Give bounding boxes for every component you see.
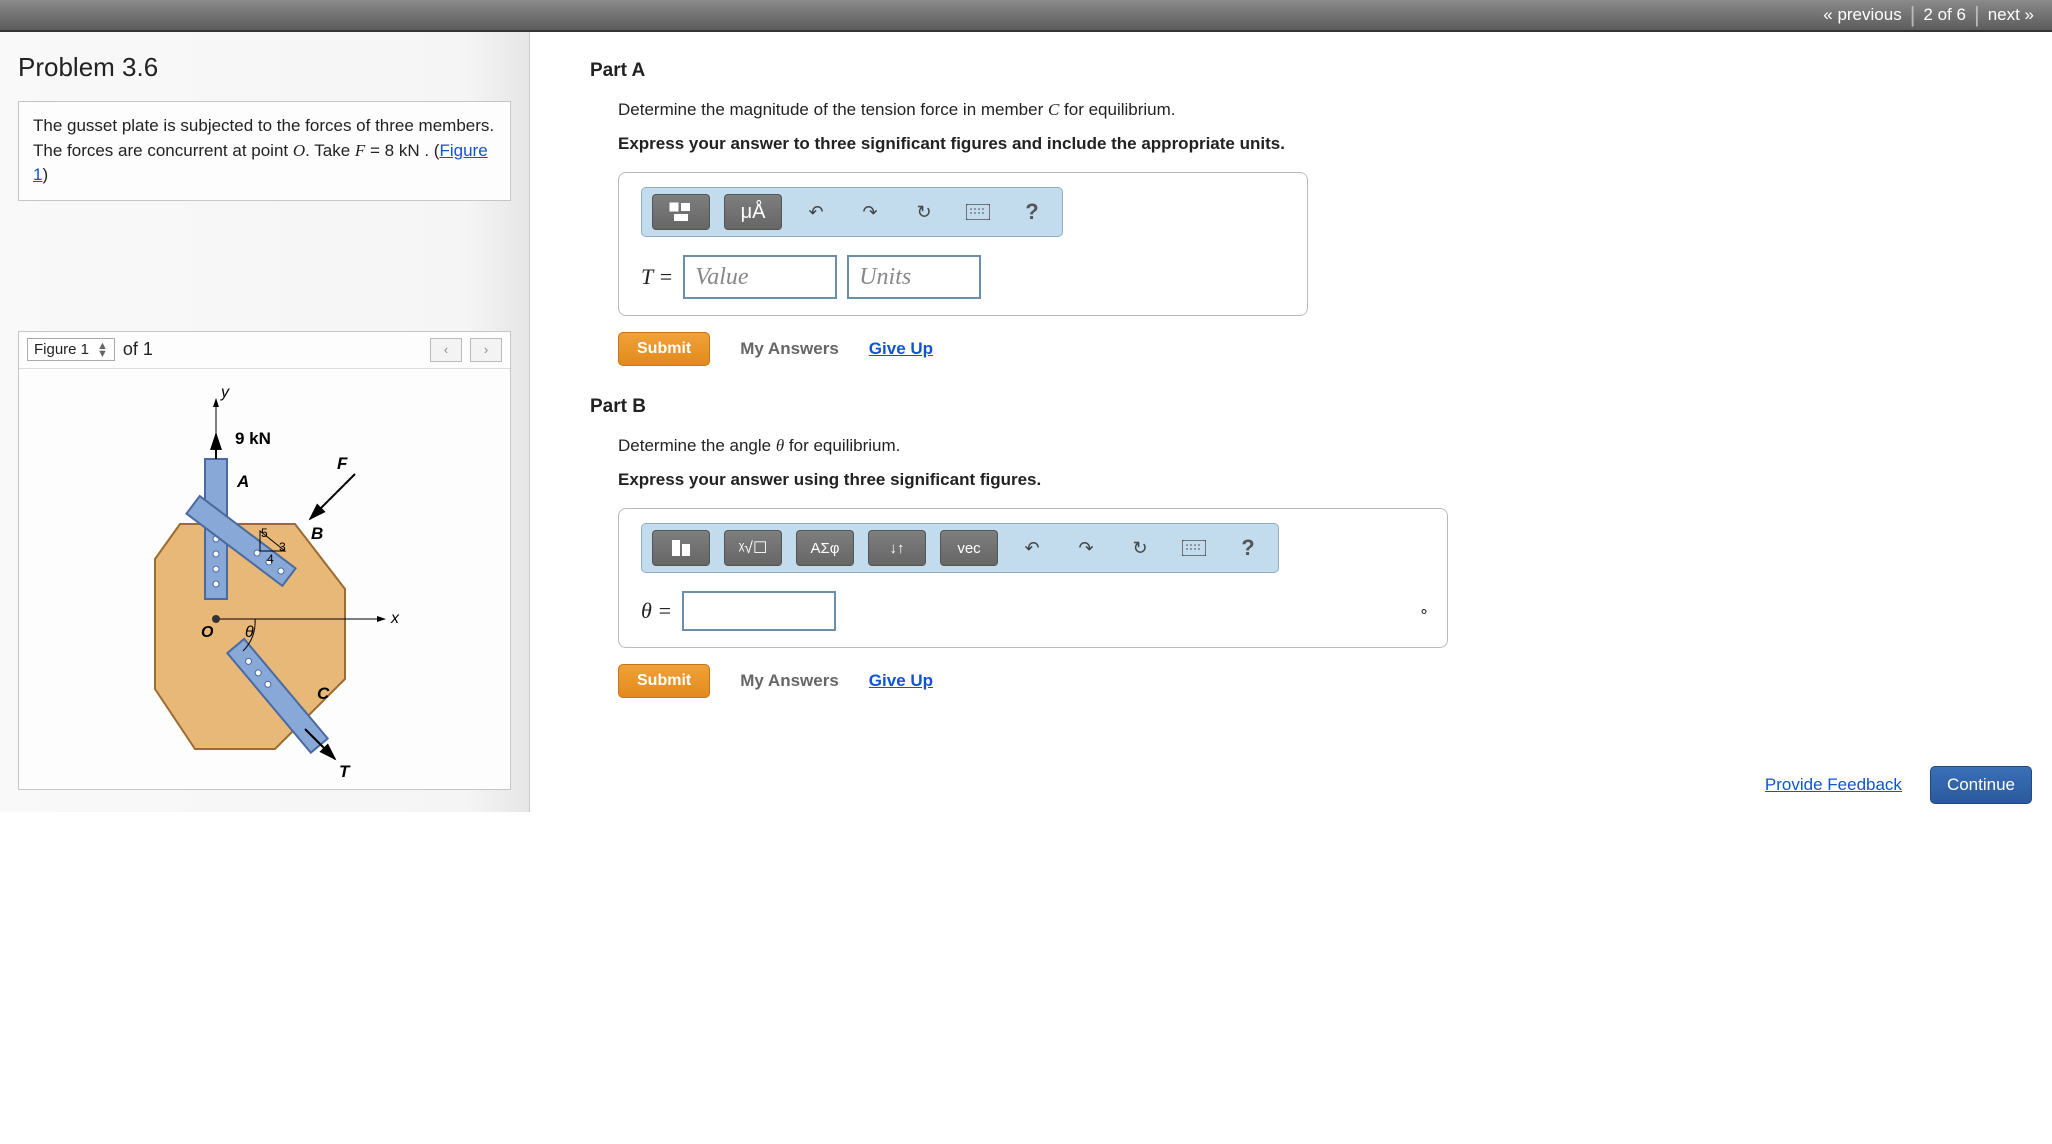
value-input[interactable]: Value [683, 255, 837, 299]
separator: | [1910, 2, 1916, 28]
part-b-title: Part B [590, 396, 2034, 418]
submit-button[interactable]: Submit [618, 332, 710, 366]
subscript-icon[interactable]: ↓↑ [868, 530, 926, 566]
next-link[interactable]: next » [1988, 5, 2034, 25]
continue-button[interactable]: Continue [1930, 766, 2032, 804]
undo-icon[interactable]: ↶ [796, 195, 836, 229]
problem-description: The gusset plate is subjected to the for… [18, 101, 511, 201]
part-a-toolbar: μÅ ↶ ↷ ↻ ? [641, 187, 1063, 237]
redo-icon[interactable]: ↷ [1066, 531, 1106, 565]
figure-label: Figure 1 [34, 341, 89, 358]
svg-text:B: B [311, 524, 323, 543]
svg-text:C: C [317, 684, 330, 703]
vector-button[interactable]: vec [940, 530, 998, 566]
provide-feedback-link[interactable]: Provide Feedback [1765, 775, 1902, 795]
left-panel: Problem 3.6 The gusset plate is subjecte… [0, 32, 530, 812]
part-a-button-row: Submit My Answers Give Up [618, 332, 2034, 366]
answer-input[interactable] [682, 591, 836, 631]
give-up-link[interactable]: Give Up [869, 671, 933, 691]
separator: | [1974, 2, 1980, 28]
part-a-answer-box: μÅ ↶ ↷ ↻ ? T = Value Units [618, 172, 1308, 316]
part-b-toolbar: ᵡ√☐ ΑΣφ ↓↑ vec ↶ ↷ ↻ ? [641, 523, 1279, 573]
nav-bar: « previous | 2 of 6 | next » [0, 0, 2052, 32]
my-answers-link[interactable]: My Answers [740, 339, 839, 359]
desc-text: = 8 kN . ( [365, 141, 439, 160]
reset-icon[interactable]: ↻ [1120, 531, 1160, 565]
right-panel: Part A Determine the magnitude of the te… [530, 32, 2052, 812]
part-a-prompt: Determine the magnitude of the tension f… [618, 100, 2034, 120]
undo-icon[interactable]: ↶ [1012, 531, 1052, 565]
part-b-prompt: Determine the angle θ for equilibrium. [618, 436, 2034, 456]
stepper-icon: ▲▼ [97, 342, 108, 358]
submit-button[interactable]: Submit [618, 664, 710, 698]
figure-next-button[interactable]: › [470, 338, 502, 362]
redo-icon[interactable]: ↷ [850, 195, 890, 229]
figure-diagram: y x 9 kN A F B O θ C T 5 3 4 [85, 379, 445, 779]
svg-text:θ: θ [245, 624, 254, 641]
desc-var-F: F [355, 141, 365, 160]
template-icon[interactable] [652, 530, 710, 566]
problem-title: Problem 3.6 [18, 52, 511, 83]
template-icon[interactable] [652, 194, 710, 230]
part-b-instruction: Express your answer using three signific… [618, 470, 2034, 490]
help-icon[interactable]: ? [1228, 531, 1268, 565]
part-b-answer-box: ᵡ√☐ ΑΣφ ↓↑ vec ↶ ↷ ↻ ? θ = ∘ [618, 508, 1448, 648]
svg-text:4: 4 [267, 552, 274, 566]
figure-body: y x 9 kN A F B O θ C T 5 3 4 [19, 369, 510, 789]
figure-prev-button[interactable]: ‹ [430, 338, 462, 362]
help-icon[interactable]: ? [1012, 195, 1052, 229]
desc-text: ) [42, 165, 48, 184]
svg-text:3: 3 [279, 540, 286, 554]
units-input[interactable]: Units [847, 255, 981, 299]
page-counter: 2 of 6 [1923, 5, 1966, 25]
keyboard-icon[interactable] [1174, 531, 1214, 565]
reset-icon[interactable]: ↻ [904, 195, 944, 229]
prompt-var-theta: θ [776, 436, 784, 455]
svg-text:T: T [339, 762, 351, 779]
svg-text:9 kN: 9 kN [235, 429, 271, 448]
figure-count: of 1 [123, 339, 153, 360]
units-button[interactable]: μÅ [724, 194, 782, 230]
figure-panel: Figure 1 ▲▼ of 1 ‹ › [18, 331, 511, 790]
part-a-instruction: Express your answer to three significant… [618, 134, 2034, 154]
my-answers-link[interactable]: My Answers [740, 671, 839, 691]
desc-text: . Take [305, 141, 355, 160]
footer: Provide Feedback Continue [1765, 766, 2032, 804]
part-b-button-row: Submit My Answers Give Up [618, 664, 2034, 698]
part-a-equation-row: T = Value Units [641, 255, 1289, 299]
variable-T: T = [641, 264, 673, 290]
prompt-var-C: C [1048, 100, 1059, 119]
prev-link[interactable]: « previous [1823, 5, 1901, 25]
degree-symbol: ∘ [1419, 601, 1429, 621]
sqrt-icon[interactable]: ᵡ√☐ [724, 530, 782, 566]
svg-text:A: A [236, 472, 249, 491]
svg-text:y: y [220, 384, 230, 401]
figure-header: Figure 1 ▲▼ of 1 ‹ › [19, 332, 510, 369]
greek-button[interactable]: ΑΣφ [796, 530, 854, 566]
prompt-text: Determine the angle [618, 436, 776, 455]
part-b-equation-row: θ = ∘ [641, 591, 1429, 631]
svg-text:x: x [390, 610, 400, 627]
prompt-text: for equilibrium. [784, 436, 900, 455]
figure-selector[interactable]: Figure 1 ▲▼ [27, 338, 115, 361]
part-a-title: Part A [590, 60, 2034, 82]
give-up-link[interactable]: Give Up [869, 339, 933, 359]
keyboard-icon[interactable] [958, 195, 998, 229]
variable-theta: θ = [641, 598, 672, 624]
svg-text:5: 5 [261, 526, 268, 540]
prompt-text: for equilibrium. [1059, 100, 1175, 119]
desc-point-O: O [293, 141, 305, 160]
svg-text:O: O [201, 624, 214, 641]
prompt-text: Determine the magnitude of the tension f… [618, 100, 1048, 119]
svg-text:F: F [337, 454, 348, 473]
